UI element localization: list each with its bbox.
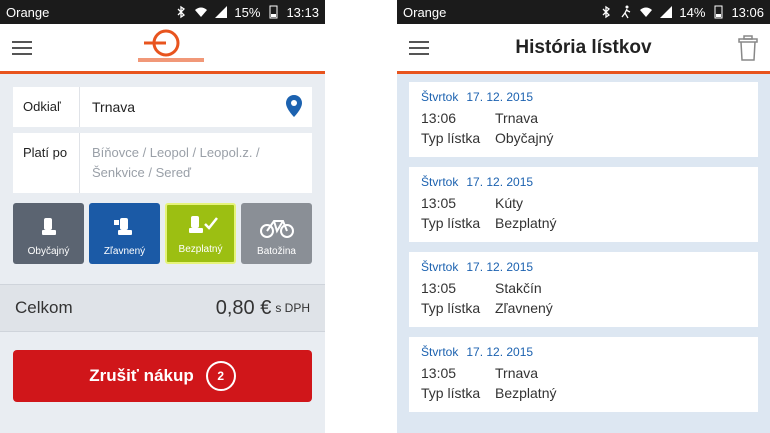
ticket-history-list: Štvrtok 17. 12. 2015 13:06 Trnava Typ líst… xyxy=(397,74,770,420)
total-price: 0,80 € xyxy=(215,296,272,319)
ticket-type-reduced-button[interactable]: Zľavnený xyxy=(89,203,160,264)
total-row: Celkom 0,80 € s DPH xyxy=(0,284,325,332)
ticket-type-free-button[interactable]: Bezplatný xyxy=(165,203,236,264)
ticket-day: Štvrtok xyxy=(421,345,459,359)
location-pin-icon[interactable] xyxy=(286,95,302,117)
ticket-type-value: Bezplatný xyxy=(495,215,557,231)
ticket-date: 17. 12. 2015 xyxy=(466,90,534,104)
ticket-station: Stakčín xyxy=(495,280,542,296)
ticket-card[interactable]: Štvrtok 17. 12. 2015 13:05 Trnava Typ líst… xyxy=(409,337,758,412)
ticket-date: 17. 12. 2015 xyxy=(466,175,534,189)
ticket-time: 13:05 xyxy=(421,195,457,211)
ticket-type-value: Zľavnený xyxy=(495,300,553,316)
ticket-station: Trnava xyxy=(495,365,539,381)
ticket-purchase-screen: Orange 15% 13:13 Odkiaľ Trnava Platí po … xyxy=(0,0,325,433)
ticket-type-value: Obyčajný xyxy=(495,130,554,146)
hamburger-menu-icon[interactable] xyxy=(397,23,441,73)
ticket-station: Kúty xyxy=(495,195,524,211)
clock: 13:06 xyxy=(731,4,764,20)
ticket-type-luggage-button[interactable]: Batožina xyxy=(241,203,312,264)
ticket-date: 17. 12. 2015 xyxy=(466,345,534,359)
ticket-day: Štvrtok xyxy=(421,260,459,274)
walking-icon xyxy=(621,5,631,19)
wifi-icon xyxy=(195,7,208,17)
ticket-type-standard-button[interactable]: Obyčajný xyxy=(13,203,84,264)
ticket-day: Štvrtok xyxy=(421,90,459,104)
ticket-type-selector: Obyčajný Zľavnený Bezplatný Batožina xyxy=(13,203,312,264)
ticket-type-label: Typ lístka xyxy=(421,385,481,401)
battery-percent: 15% xyxy=(234,4,261,20)
hamburger-menu-icon[interactable] xyxy=(0,23,44,73)
ticket-date: 17. 12. 2015 xyxy=(466,260,534,274)
reduced-seat-icon xyxy=(113,218,132,235)
battery-percent: 14% xyxy=(679,4,706,20)
ticket-type-value: Bezplatný xyxy=(495,385,557,401)
ticket-history-screen: Orange 14% 13:06 História lístkov Štvrto… xyxy=(397,0,770,433)
app-bar: História lístkov xyxy=(397,24,770,74)
ticket-time: 13:05 xyxy=(421,280,457,296)
valid-until-placeholder[interactable]: Bíňovce / Leopol / Leopol.z. / Šenkvice … xyxy=(80,133,312,195)
ticket-type-label: Typ lístka xyxy=(421,300,481,316)
free-seat-check-icon xyxy=(188,216,218,233)
ticket-card[interactable]: Štvrtok 17. 12. 2015 13:05 Stakčín Typ lís… xyxy=(409,252,758,327)
ticket-type-label: Typ lístka xyxy=(421,130,481,146)
total-vat: s DPH xyxy=(275,301,310,315)
total-label: Celkom xyxy=(15,298,73,317)
page-title: História lístkov xyxy=(515,36,652,58)
signal-icon xyxy=(660,6,673,18)
carrier-label: Orange xyxy=(6,4,50,20)
ticket-time: 13:06 xyxy=(421,110,457,126)
status-bar: Orange 14% 13:06 xyxy=(397,0,770,24)
zssk-logo xyxy=(136,28,206,73)
carrier-label: Orange xyxy=(403,4,447,20)
ticket-station: Trnava xyxy=(495,110,539,126)
from-value[interactable]: Trnava xyxy=(92,99,135,115)
seat-icon xyxy=(41,218,56,235)
ticket-time: 13:05 xyxy=(421,365,457,381)
from-label: Odkiaľ xyxy=(13,87,80,127)
clock: 13:13 xyxy=(286,4,319,20)
trash-icon[interactable] xyxy=(726,34,770,61)
from-field[interactable]: Odkiaľ Trnava xyxy=(13,87,312,127)
ticket-type-label: Typ lístka xyxy=(421,215,481,231)
bicycle-icon xyxy=(259,220,294,238)
wifi-icon xyxy=(640,7,653,17)
ticket-day: Štvrtok xyxy=(421,175,459,189)
bluetooth-icon xyxy=(602,5,611,19)
bluetooth-icon xyxy=(177,5,186,19)
app-bar xyxy=(0,24,325,74)
status-bar: Orange 15% 13:13 xyxy=(0,0,325,24)
countdown-badge: 2 xyxy=(205,361,236,391)
valid-until-label: Platí po xyxy=(13,133,80,193)
cancel-purchase-button[interactable]: Zrušiť nákup 2 xyxy=(13,350,312,402)
battery-icon xyxy=(714,5,723,19)
ticket-card[interactable]: Štvrtok 17. 12. 2015 13:05 Kúty Typ lístka… xyxy=(409,167,758,242)
battery-icon xyxy=(269,5,278,19)
ticket-card[interactable]: Štvrtok 17. 12. 2015 13:06 Trnava Typ líst… xyxy=(409,82,758,157)
signal-icon xyxy=(215,6,228,18)
valid-until-field[interactable]: Platí po Bíňovce / Leopol / Leopol.z. / … xyxy=(13,133,312,193)
